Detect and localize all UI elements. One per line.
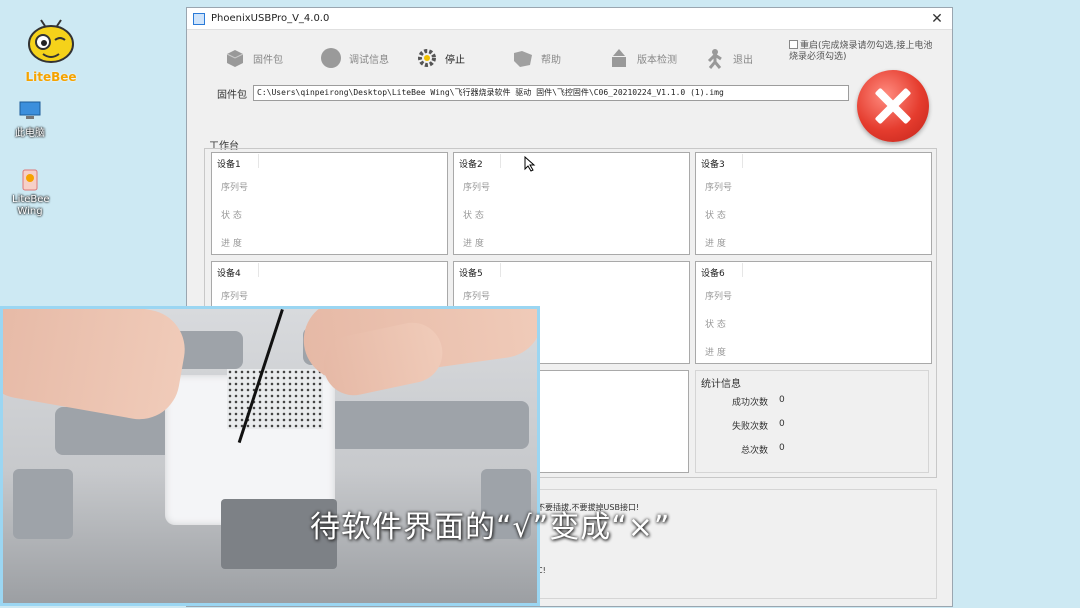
device-name: 设备2 [459, 154, 501, 170]
version-icon [607, 46, 631, 70]
gear-icon [415, 46, 439, 70]
close-button[interactable]: ✕ [922, 11, 952, 27]
toolbar-label: 固件包 [253, 54, 283, 66]
device-name: 设备1 [217, 154, 259, 170]
stats-value: 0 [779, 419, 785, 429]
bee-logo-icon [28, 19, 74, 63]
restart-checkbox[interactable] [789, 40, 798, 49]
serial-label: 序列号 [463, 183, 491, 193]
toolbar-stop-button[interactable]: 停止 [415, 44, 511, 72]
progress-label: 进 度 [705, 348, 726, 358]
logo-text: LiteBee [25, 70, 77, 84]
firmware-path-field[interactable]: C:\Users\qinpeirong\Desktop\LiteBee Wing… [253, 85, 849, 101]
app-shortcut-icon [22, 169, 38, 191]
toolbar-debug-button[interactable]: 调试信息 [319, 44, 415, 72]
toolbar: 固件包 调试信息 停止 帮助 版本检测 退出 [223, 44, 799, 72]
litebee-logo: LiteBee [14, 18, 88, 84]
toolbar-help-button[interactable]: 帮助 [511, 44, 607, 72]
stats-label: 成功次数 [731, 398, 768, 408]
toolbar-label: 帮助 [541, 54, 561, 66]
firmware-row: 固件包 C:\Users\qinpeirong\Desktop\LiteBee … [217, 85, 849, 101]
desktop-icon-label: LiteBee Wing [12, 194, 50, 217]
stats-label: 总次数 [740, 446, 768, 456]
toolbar-firmware-button[interactable]: 固件包 [223, 44, 319, 72]
restart-label: 重启(完成烧录请勿勾选,接上电池烧录必须勾选) [789, 41, 933, 62]
state-label: 状 态 [463, 211, 484, 221]
device-panel-6: 设备6 序列号 状 态 进 度 [695, 261, 932, 364]
progress-label: 进 度 [705, 239, 726, 249]
device-name: 设备6 [701, 263, 743, 279]
serial-label: 序列号 [705, 183, 733, 193]
stats-panel: 统计信息 成功次数 0 失败次数 0 总次数 0 [695, 370, 929, 473]
stats-value: 0 [779, 395, 785, 405]
stats-label: 失败次数 [731, 422, 768, 432]
toolbar-label: 版本检测 [637, 54, 677, 66]
log-panel [537, 370, 689, 473]
toolbar-exit-button[interactable]: 退出 [703, 44, 799, 72]
state-label: 状 态 [705, 320, 726, 330]
restart-checkbox-group[interactable]: 重启(完成烧录请勿勾选,接上电池烧录必须勾选) [789, 40, 939, 63]
device-name: 设备3 [701, 154, 743, 170]
serial-label: 序列号 [221, 292, 249, 302]
package-icon [223, 46, 247, 70]
hand-left [3, 309, 192, 426]
window-title: PhoenixUSBPro_V_4.0.0 [211, 13, 330, 24]
toolbar-label: 退出 [733, 54, 753, 66]
help-icon [511, 46, 535, 70]
toolbar-label: 调试信息 [349, 54, 389, 66]
video-overlay [0, 306, 540, 606]
serial-label: 序列号 [221, 183, 249, 193]
stats-title: 统计信息 [701, 379, 741, 390]
toolbar-version-button[interactable]: 版本检测 [607, 44, 703, 72]
device-name: 设备5 [459, 263, 501, 279]
desktop-icon-this-pc[interactable]: 此电脑 [0, 100, 60, 139]
desktop-icon-litebee-wing[interactable]: LiteBee Wing [0, 168, 60, 218]
drone-arm [329, 401, 529, 449]
device-name: 设备4 [217, 263, 259, 279]
device-panel-1: 设备1 序列号 状 态 进 度 [211, 152, 448, 255]
debug-icon [319, 46, 343, 70]
mouse-cursor-icon [524, 156, 536, 172]
state-label: 状 态 [221, 211, 242, 221]
desktop-icon-label: 此电脑 [15, 128, 45, 139]
device-panel-2: 设备2 序列号 状 态 进 度 [453, 152, 690, 255]
state-label: 状 态 [705, 211, 726, 221]
drone-circuit-board [227, 369, 323, 429]
computer-icon [19, 101, 41, 119]
app-icon [193, 12, 205, 25]
stats-value: 0 [779, 443, 785, 453]
exit-icon [703, 46, 727, 70]
video-subtitle: 待软件界面的“√”变成“×” [310, 510, 671, 545]
device-panel-3: 设备3 序列号 状 态 进 度 [695, 152, 932, 255]
progress-label: 进 度 [221, 239, 242, 249]
red-x-icon [857, 70, 929, 142]
serial-label: 序列号 [463, 292, 491, 302]
drone-leg [13, 469, 73, 539]
title-bar: PhoenixUSBPro_V_4.0.0 ✕ [187, 8, 952, 30]
firmware-label: 固件包 [217, 89, 247, 101]
toolbar-label: 停止 [445, 54, 465, 66]
progress-label: 进 度 [463, 239, 484, 249]
serial-label: 序列号 [705, 292, 733, 302]
